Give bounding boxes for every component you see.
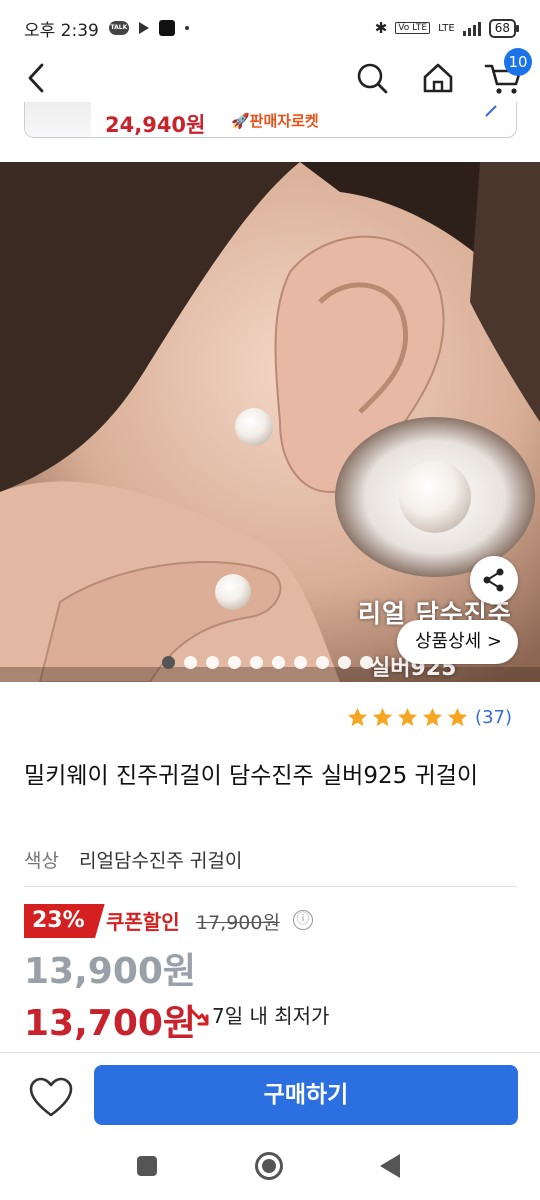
carousel-dot[interactable] [272,656,285,669]
carousel-dot[interactable] [316,656,329,669]
carousel-dot[interactable] [360,656,373,669]
option-label: 색상 [24,850,59,872]
coupon-discount-label: 쿠폰할인 [106,910,180,934]
bluetooth-icon: ✱ [374,19,388,37]
network-type: LTE [438,22,455,34]
home-nav-icon[interactable] [255,1152,283,1180]
carousel-indicator [162,656,373,669]
original-price: 17,900원 [196,912,280,934]
carousel-dot[interactable] [206,656,219,669]
info-icon[interactable]: ⓘ [293,910,313,930]
product-option[interactable]: 색상 리얼담수진주 귀걸이 [24,846,242,873]
app-notification-icon [158,20,175,36]
status-time: 오후 2:39 [24,20,99,41]
volte-icon: Vo LTE [395,22,431,34]
back-arrow-icon[interactable] [20,60,56,96]
recent-apps-icon[interactable] [137,1156,157,1176]
star-icon [447,707,468,727]
carousel-dot[interactable] [228,656,241,669]
price-down-arrow-icon [187,1006,209,1026]
status-right: ✱ Vo LTE LTE 68 [374,18,520,38]
share-button[interactable] [470,556,518,604]
lowest-price-label: 7일 내 최저가 [212,1004,330,1028]
status-left: 오후 2:39 TALK [24,16,189,41]
wishlist-heart-icon[interactable] [26,1075,76,1119]
sale-price: 13,900원 [24,951,197,992]
banner-price: 24,940원 [105,113,206,137]
star-icon [372,707,393,727]
product-image-carousel[interactable]: 리얼 담수진주 실버925 상품상세 > [0,162,540,682]
edit-icon[interactable] [484,104,498,118]
star-icon [422,707,443,727]
carousel-dot[interactable] [184,656,197,669]
carousel-dot[interactable] [338,656,351,669]
share-icon [483,568,504,592]
carousel-dot[interactable] [294,656,307,669]
product-title: 밀키웨이 진주귀걸이 담수진주 실버925 귀걸이 [24,763,479,789]
product-rating[interactable]: (37) [346,706,512,729]
home-icon[interactable] [420,60,456,96]
product-detail-button[interactable]: 상품상세 > [396,620,518,664]
rocket-seller-badge: 🚀판매자로켓 [231,112,319,130]
purchase-bar: 구매하기 [0,1052,540,1136]
carousel-dot[interactable] [162,656,175,669]
buy-button[interactable]: 구매하기 [94,1065,518,1125]
top-navigation: 10 [0,48,540,102]
play-icon [138,22,149,34]
status-bar: 오후 2:39 TALK ✱ Vo LTE LTE 68 [0,0,540,56]
system-navigation-bar [0,1136,540,1200]
divider [24,886,517,887]
coupon-price: 13,700원 [24,1003,197,1044]
discount-rate-badge: 23% [24,904,105,938]
banner-thumbnail [25,102,91,137]
star-icon [397,707,418,727]
option-value: 리얼담수진주 귀걸이 [79,850,243,872]
review-count[interactable]: (37) [475,707,512,728]
recommended-product-banner[interactable]: 24,940원 🚀판매자로켓 [24,102,517,138]
battery-icon: 68 [488,18,520,38]
search-icon[interactable] [354,60,390,96]
cart-count-badge: 10 [504,48,532,76]
talk-icon: TALK [108,21,129,35]
back-nav-icon[interactable] [380,1154,400,1178]
more-notifications-icon [184,26,189,30]
star-icon [347,707,368,727]
carousel-dot[interactable] [250,656,263,669]
signal-icon [462,20,481,36]
